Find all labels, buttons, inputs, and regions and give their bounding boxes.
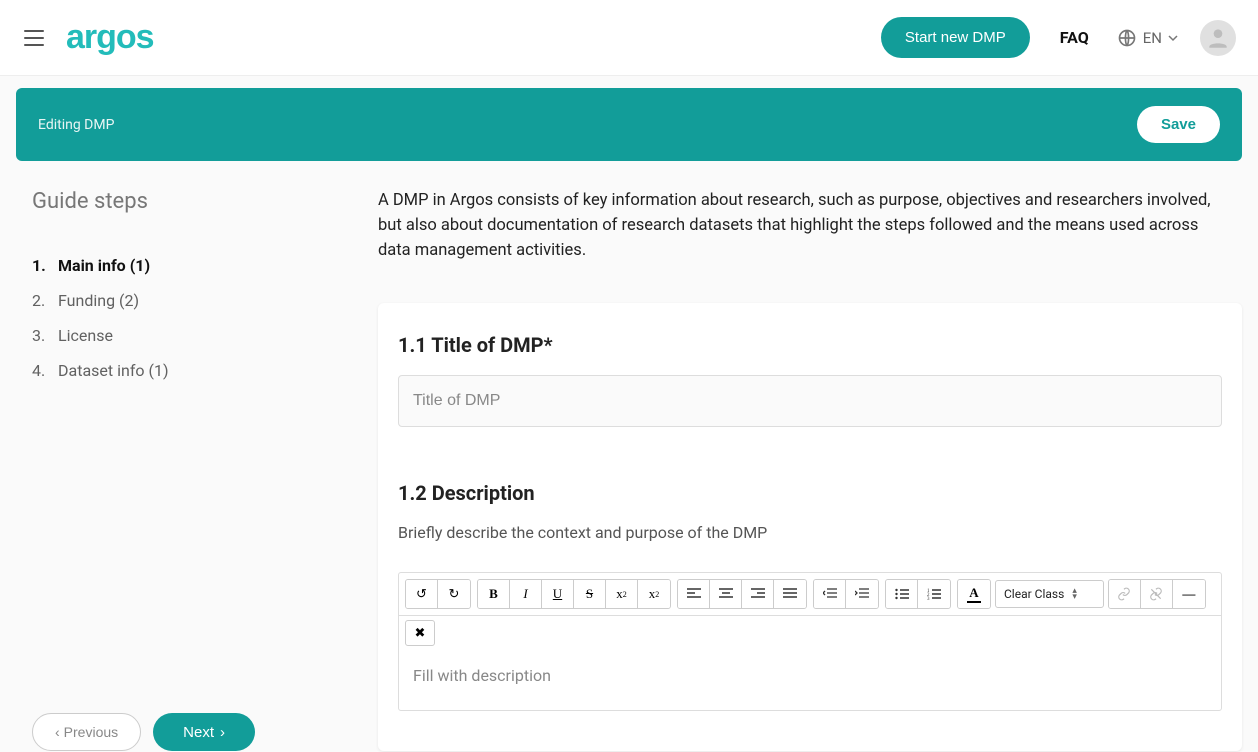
logo[interactable]: argos — [66, 18, 154, 57]
section-title-1-1: 1.1 Title of DMP* — [398, 333, 1222, 357]
guide-title: Guide steps — [32, 189, 362, 214]
guide-step-label: Funding (2) — [58, 291, 139, 310]
editing-banner: Editing DMP Save — [16, 88, 1242, 161]
next-button[interactable]: Next › — [153, 713, 255, 751]
outdent-icon[interactable] — [814, 580, 846, 608]
top-bar: argos Start new DMP FAQ EN — [0, 0, 1258, 76]
strikethrough-icon[interactable]: S — [574, 580, 606, 608]
align-left-icon[interactable] — [678, 580, 710, 608]
font-color-icon[interactable]: A — [958, 580, 990, 608]
guide-step-license[interactable]: 3. License — [32, 318, 362, 353]
indent-icon[interactable] — [846, 580, 878, 608]
guide-step-label: License — [58, 326, 113, 345]
align-justify-icon[interactable] — [774, 580, 806, 608]
subscript-icon[interactable]: x2 — [606, 580, 638, 608]
bold-icon[interactable]: B — [478, 580, 510, 608]
guide-step-main-info[interactable]: 1. Main info (1) — [32, 248, 362, 283]
clear-class-select[interactable]: Clear Class ▴▾ — [995, 580, 1104, 608]
avatar[interactable] — [1200, 20, 1236, 56]
close-icon[interactable]: ✖ — [405, 620, 435, 646]
link-icon[interactable] — [1109, 580, 1141, 608]
ordered-list-icon[interactable]: 123 — [918, 580, 950, 608]
save-button[interactable]: Save — [1137, 106, 1220, 143]
guide-steps-list: 1. Main info (1) 2. Funding (2) 3. Licen… — [32, 248, 362, 388]
svg-text:3: 3 — [927, 597, 930, 600]
guide-step-label: Dataset info (1) — [58, 361, 169, 380]
guide-step-funding[interactable]: 2. Funding (2) — [32, 283, 362, 318]
previous-button[interactable]: ‹ Previous — [32, 713, 141, 751]
redo-icon[interactable]: ↻ — [438, 580, 470, 608]
intro-text: A DMP in Argos consists of key informati… — [378, 189, 1242, 263]
unordered-list-icon[interactable] — [886, 580, 918, 608]
undo-icon[interactable]: ↺ — [406, 580, 438, 608]
globe-icon — [1117, 28, 1137, 48]
underline-icon[interactable]: U — [542, 580, 574, 608]
page-scroll[interactable]: Editing DMP Save Guide steps 1. Main inf… — [0, 76, 1258, 752]
section-title-1-2: 1.2 Description — [398, 481, 1222, 505]
form-card: 1.1 Title of DMP* 1.2 Description Briefl… — [378, 303, 1242, 751]
superscript-icon[interactable]: x2 — [638, 580, 670, 608]
chevron-left-icon: ‹ — [55, 724, 60, 740]
menu-icon[interactable] — [22, 26, 46, 50]
section-1-2-hint: Briefly describe the context and purpose… — [398, 523, 1222, 542]
faq-link[interactable]: FAQ — [1060, 28, 1089, 47]
select-arrows-icon: ▴▾ — [1072, 588, 1077, 600]
start-new-dmp-button[interactable]: Start new DMP — [881, 17, 1030, 58]
description-textarea[interactable]: Fill with description — [399, 650, 1221, 710]
rte-toolbar: ↺ ↻ B I U S x2 x2 — [399, 573, 1221, 616]
banner-title: Editing DMP — [38, 117, 114, 133]
align-right-icon[interactable] — [742, 580, 774, 608]
language-selector[interactable]: EN — [1117, 28, 1178, 48]
guide-sidebar: Guide steps 1. Main info (1) 2. Funding … — [16, 189, 378, 751]
guide-step-dataset-info[interactable]: 4. Dataset info (1) — [32, 353, 362, 388]
minus-icon[interactable]: — — [1173, 580, 1205, 608]
rich-text-editor: ↺ ↻ B I U S x2 x2 — [398, 572, 1222, 711]
chevron-right-icon: › — [220, 724, 225, 741]
language-label: EN — [1143, 29, 1162, 47]
align-center-icon[interactable] — [710, 580, 742, 608]
unlink-icon[interactable] — [1141, 580, 1173, 608]
guide-step-label: Main info (1) — [58, 256, 150, 275]
dmp-title-input[interactable] — [398, 375, 1222, 427]
chevron-down-icon — [1168, 33, 1178, 43]
italic-icon[interactable]: I — [510, 580, 542, 608]
content-column: A DMP in Argos consists of key informati… — [378, 189, 1242, 751]
